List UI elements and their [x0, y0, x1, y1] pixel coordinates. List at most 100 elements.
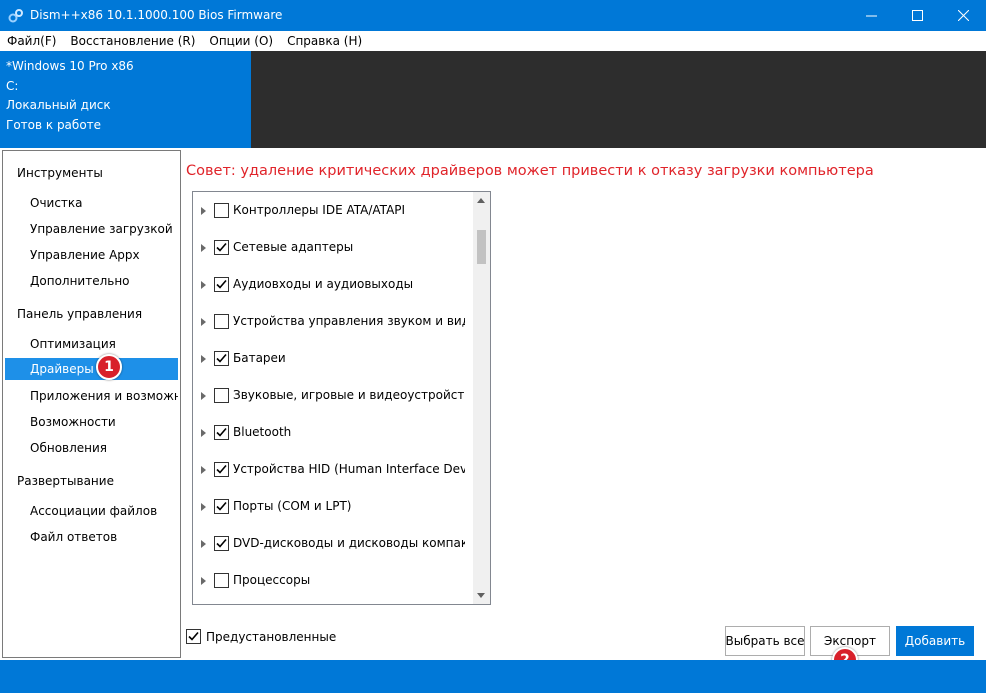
scroll-down-arrow-icon[interactable]	[477, 593, 485, 598]
tree-row[interactable]: Батареи	[193, 348, 471, 370]
close-icon	[957, 10, 969, 21]
os-name: *Windows 10 Pro x86	[6, 59, 134, 73]
menu-options[interactable]: Опции (O)	[202, 31, 280, 51]
tree-row[interactable]: Звуковые, игровые и видеоустройства	[193, 385, 471, 407]
expand-arrow-icon[interactable]	[201, 577, 206, 585]
sidebar-item-features[interactable]: Возможности	[5, 411, 178, 433]
checkmark-icon	[216, 538, 227, 548]
close-button[interactable]	[940, 0, 986, 31]
tree-row[interactable]: Аудиовходы и аудиовыходы	[193, 274, 471, 296]
tree-row-checkbox[interactable]	[214, 573, 229, 588]
expand-arrow-icon[interactable]	[201, 318, 206, 326]
tip-warning: Совет: удаление критических драйверов мо…	[186, 163, 874, 179]
checkmark-icon	[216, 279, 227, 289]
select-all-button[interactable]: Выбрать все	[725, 626, 805, 656]
tree-row[interactable]: DVD-дисководы и дисководы компакт-дисков	[193, 533, 471, 555]
expand-arrow-icon[interactable]	[201, 207, 206, 215]
menu-bar: Файл(F) Восстановление (R) Опции (O) Спр…	[0, 31, 986, 51]
session-list-area	[251, 51, 986, 148]
tree-row-checkbox[interactable]	[214, 388, 229, 403]
expand-arrow-icon[interactable]	[201, 503, 206, 511]
tree-row-label: Порты (COM и LPT)	[233, 499, 352, 513]
menu-restore[interactable]: Восстановление (R)	[63, 31, 202, 51]
tree-row-checkbox[interactable]	[214, 351, 229, 366]
maximize-icon	[911, 10, 923, 21]
title-bar: Dism++x86 10.1.1000.100 Bios Firmware	[0, 0, 986, 31]
sidebar-header-deployment: Развертывание	[17, 474, 114, 488]
tree-row-checkbox[interactable]	[214, 314, 229, 329]
sidebar-header-control-panel: Панель управления	[17, 307, 143, 321]
checkmark-icon	[188, 631, 199, 641]
tree-row-checkbox[interactable]	[214, 499, 229, 514]
tree-row-label: Сетевые адаптеры	[233, 240, 354, 254]
sidebar-item-optimization[interactable]: Оптимизация	[5, 333, 178, 355]
step-badge-1: 1	[96, 354, 122, 380]
tree-row[interactable]: Bluetooth	[193, 422, 471, 444]
sidebar-item-updates[interactable]: Обновления	[5, 437, 178, 459]
sidebar-item-appx[interactable]: Управление Appx	[5, 244, 178, 266]
menu-file[interactable]: Файл(F)	[0, 31, 63, 51]
expand-arrow-icon[interactable]	[201, 540, 206, 548]
preinstalled-label: Предустановленные	[206, 630, 337, 644]
expand-arrow-icon[interactable]	[201, 355, 206, 363]
sidebar-item-answer-file[interactable]: Файл ответов	[5, 526, 178, 548]
minimize-button[interactable]	[848, 0, 894, 31]
sidebar: Инструменты Очистка Управление загрузкой…	[2, 150, 181, 658]
main-content: Инструменты Очистка Управление загрузкой…	[0, 148, 986, 673]
preinstalled-checkbox[interactable]	[186, 629, 201, 644]
tree-row-label: Звуковые, игровые и видеоустройства	[233, 388, 465, 402]
sidebar-item-drivers[interactable]: Драйверы	[5, 358, 178, 380]
tree-row-label: Батареи	[233, 351, 286, 365]
scroll-up-arrow-icon[interactable]	[477, 198, 485, 203]
tree-row[interactable]: Порты (COM и LPT)	[193, 496, 471, 518]
checkmark-icon	[216, 242, 227, 252]
tree-row[interactable]: Контроллеры IDE ATA/ATAPI	[193, 200, 471, 222]
sidebar-item-file-associations[interactable]: Ассоциации файлов	[5, 500, 178, 522]
sidebar-item-apps-features[interactable]: Приложения и возможности	[5, 385, 178, 407]
status-bar	[0, 660, 986, 693]
scroll-thumb[interactable]	[477, 230, 486, 264]
session-info-panel[interactable]: *Windows 10 Pro x86 C: Локальный диск Го…	[0, 51, 251, 148]
status-text: Готов к работе	[6, 117, 102, 132]
sidebar-item-boot-manager[interactable]: Управление загрузкой	[5, 218, 178, 240]
tree-row[interactable]: Устройства HID (Human Interface Devices)	[193, 459, 471, 481]
tree-row-label: Устройства управления звуком и видео	[233, 314, 465, 328]
tree-row-checkbox[interactable]	[214, 203, 229, 218]
window-title: Dism++x86 10.1.1000.100 Bios Firmware	[30, 8, 283, 22]
tree-row-checkbox[interactable]	[214, 240, 229, 255]
checkmark-icon	[216, 427, 227, 437]
tree-scrollbar[interactable]	[473, 192, 490, 604]
tree-row[interactable]: Процессоры	[193, 570, 471, 592]
tree-row-checkbox[interactable]	[214, 277, 229, 292]
maximize-button[interactable]	[894, 0, 940, 31]
expand-arrow-icon[interactable]	[201, 244, 206, 252]
minimize-icon	[865, 15, 877, 17]
sidebar-header-tools: Инструменты	[17, 166, 103, 180]
expand-arrow-icon[interactable]	[201, 281, 206, 289]
checkmark-icon	[216, 353, 227, 363]
sidebar-item-advanced[interactable]: Дополнительно	[5, 270, 178, 292]
driver-tree[interactable]: Контроллеры IDE ATA/ATAPI Сетевые адаптер…	[192, 191, 491, 605]
drive-letter: C:	[6, 78, 19, 93]
expand-arrow-icon[interactable]	[201, 466, 206, 474]
tree-row-checkbox[interactable]	[214, 536, 229, 551]
sidebar-item-cleanup[interactable]: Очистка	[5, 192, 178, 214]
tree-row-label: DVD-дисководы и дисководы компакт-дисков	[233, 536, 465, 550]
tree-row-label: Устройства HID (Human Interface Devices)	[233, 462, 465, 476]
tree-row-label: Аудиовходы и аудиовыходы	[233, 277, 414, 291]
tree-row-checkbox[interactable]	[214, 425, 229, 440]
expand-arrow-icon[interactable]	[201, 429, 206, 437]
app-gear-icon	[8, 9, 23, 23]
checkmark-icon	[216, 464, 227, 474]
tree-row-label: Процессоры	[233, 573, 311, 587]
tree-row[interactable]: Устройства управления звуком и видео	[193, 311, 471, 333]
add-button[interactable]: Добавить	[896, 626, 974, 656]
menu-help[interactable]: Справка (H)	[280, 31, 369, 51]
tree-row-label: Контроллеры IDE ATA/ATAPI	[233, 203, 406, 217]
checkmark-icon	[216, 501, 227, 511]
disk-name: Локальный диск	[6, 98, 111, 112]
tree-row-label: Bluetooth	[233, 425, 292, 439]
tree-row-checkbox[interactable]	[214, 462, 229, 477]
expand-arrow-icon[interactable]	[201, 392, 206, 400]
tree-row[interactable]: Сетевые адаптеры	[193, 237, 471, 259]
